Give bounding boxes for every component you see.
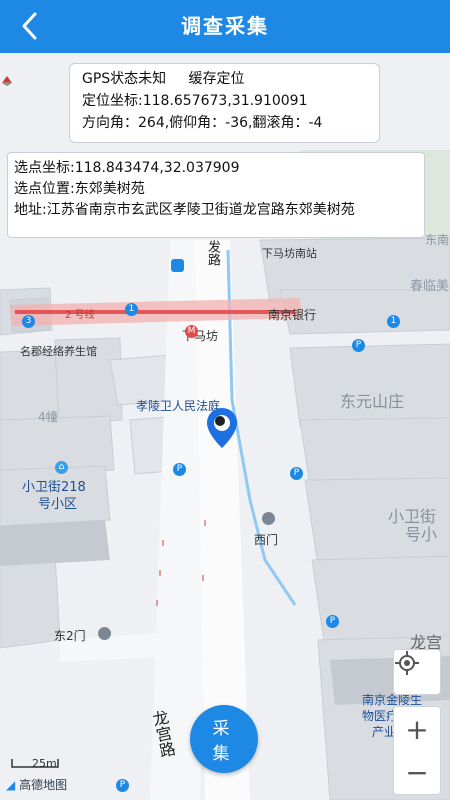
bus-stop-icon <box>171 259 184 272</box>
gps-status-row: GPS状态未知 缓存定位 <box>82 68 379 90</box>
metro-exit-badge: 3 <box>22 315 35 328</box>
gate-icon <box>262 512 275 525</box>
scale-label: 25m <box>32 757 57 770</box>
poi-xiaoweijie-2: 号小 <box>405 525 438 544</box>
parking-icon-2: P <box>173 463 186 476</box>
poi-mingjun: 名郡经络养生馆 <box>20 345 97 358</box>
site-coord-label: 选点坐标: <box>14 160 75 176</box>
site-location-row: 选点位置:东郊美树苑 <box>14 179 418 200</box>
road-label-top: 发路 <box>205 240 220 266</box>
cache-location-text: 缓存定位 <box>188 71 245 87</box>
site-address-label: 地址: <box>14 202 47 218</box>
poi-ximen: 西门 <box>254 533 279 547</box>
parking-icon-3: P <box>290 467 303 480</box>
site-address-value: 江苏省南京市玄武区孝陵卫街道龙宫路东郊美树苑 <box>46 202 355 218</box>
gps-coord-label: 定位坐标: <box>82 93 143 109</box>
gps-coordinate-row: 定位坐标:118.657673,31.910091 <box>82 90 379 112</box>
poi-xiaowei218-b: 号小区 <box>38 497 78 512</box>
plus-icon: + <box>405 712 429 746</box>
poi-building4: 4幢 <box>38 410 58 424</box>
gps-info-panel: GPS状态未知 缓存定位 定位坐标:118.657673,31.910091 方… <box>69 63 380 143</box>
metro-exit-badge-right: 1 <box>387 315 400 328</box>
poi-nanjing-bank: 南京银行 <box>268 308 317 322</box>
locate-crosshair-icon <box>395 651 419 675</box>
zoom-in-button[interactable]: + <box>393 706 441 752</box>
gps-coord-value: 118.657673,31.910091 <box>142 93 308 109</box>
poi-chunlin: 春临美 <box>410 279 450 294</box>
site-info-panel: 选点坐标:118.843474,32.037909 选点位置:东郊美树苑 地址:… <box>7 152 425 238</box>
gate-icon-2 <box>98 627 111 640</box>
poi-xiamafang-north: 下马坊南站 <box>262 247 317 260</box>
orientation-row: 方向角：264,俯仰角：-36,翻滚角：-4 <box>82 115 323 131</box>
zoom-out-button[interactable]: − <box>393 750 441 795</box>
amap-logo-icon: ◢ <box>6 778 16 792</box>
metro-line-label: 2 号线 <box>65 310 95 321</box>
app-header: 调查采集 <box>0 0 450 53</box>
map-logo: ◢ 高德地图 <box>6 776 67 793</box>
parking-icon-4: P <box>326 615 339 628</box>
compass-icon[interactable] <box>0 75 14 89</box>
site-location-label: 选点位置: <box>14 181 75 197</box>
poi-dong2men: 东2门 <box>54 629 86 643</box>
site-address-row: 地址:江苏省南京市玄武区孝陵卫街道龙宫路东郊美树苑 <box>14 200 418 221</box>
collect-button[interactable]: 采 集 <box>190 705 258 773</box>
metro-station-icon: M <box>185 325 198 338</box>
site-coord-value: 118.843474,32.037909 <box>74 160 240 176</box>
location-pin-icon[interactable] <box>205 406 239 450</box>
page-title: 调查采集 <box>181 14 269 38</box>
amap-logo-text: 高德地图 <box>19 778 68 792</box>
poi-bus-badge: 1 <box>125 303 138 316</box>
minus-icon: − <box>405 755 429 789</box>
home-icon: ⌂ <box>55 461 68 474</box>
locate-button[interactable] <box>393 649 441 695</box>
poi-dongyuan: 东元山庄 <box>340 392 405 411</box>
parking-icon-5: P <box>116 779 129 792</box>
parking-icon: P <box>352 339 365 352</box>
map-view[interactable]: GPS状态未知 缓存定位 定位坐标:118.657673,31.910091 方… <box>0 53 450 800</box>
gps-status-text: GPS状态未知 <box>82 71 167 87</box>
poi-dongnan: 东南 <box>425 233 450 247</box>
site-location-value: 东郊美树苑 <box>74 181 145 197</box>
site-coord-row: 选点坐标:118.843474,32.037909 <box>14 158 418 179</box>
